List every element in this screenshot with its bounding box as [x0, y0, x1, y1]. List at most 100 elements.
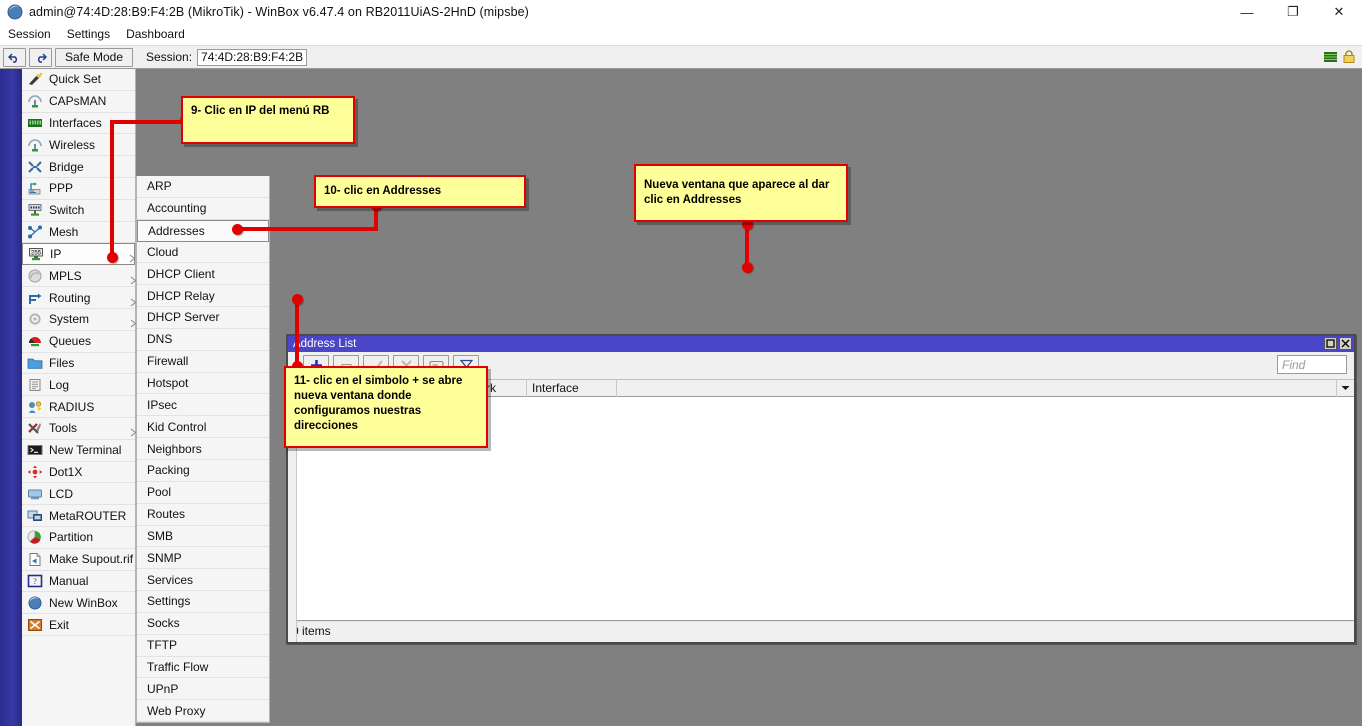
switch-icon	[27, 203, 43, 217]
leader-line-note9-horizontal	[110, 120, 186, 124]
ip-submenu-item-firewall[interactable]: Firewall	[137, 351, 269, 373]
menu-session[interactable]: Session	[0, 25, 59, 43]
minimize-button[interactable]: —	[1224, 0, 1270, 24]
ip-submenu-item-services[interactable]: Services	[137, 569, 269, 591]
queues-icon	[27, 334, 43, 348]
ip-submenu-item-kid-control[interactable]: Kid Control	[137, 416, 269, 438]
ip-submenu-item-snmp[interactable]: SNMP	[137, 547, 269, 569]
ip-submenu-item-label: IPsec	[147, 398, 177, 412]
gear-icon	[27, 312, 43, 326]
ip-submenu-item-packing[interactable]: Packing	[137, 460, 269, 482]
ip-submenu-item-ipsec[interactable]: IPsec	[137, 394, 269, 416]
metarouter-icon	[27, 509, 43, 523]
sidebar-item-quick-set[interactable]: Quick Set	[22, 69, 135, 91]
ip-submenu-item-dhcp-relay[interactable]: DHCP Relay	[137, 285, 269, 307]
close-button[interactable]: ✕	[1316, 0, 1362, 24]
ip-submenu-item-dhcp-server[interactable]: DHCP Server	[137, 307, 269, 329]
sidebar-item-ip[interactable]: 255IP	[22, 243, 135, 265]
ip-submenu-item-hotspot[interactable]: Hotspot	[137, 373, 269, 395]
lcd-icon	[27, 487, 43, 501]
ip-submenu-item-upnp[interactable]: UPnP	[137, 678, 269, 700]
sidebar-item-mesh[interactable]: Mesh	[22, 222, 135, 244]
leader-line-note9-vertical	[110, 120, 114, 257]
ip-submenu-item-label: Services	[147, 573, 193, 587]
session-field[interactable]: 74:4D:28:B9:F4:2B	[197, 49, 307, 66]
sidebar-item-routing[interactable]: Routing	[22, 287, 135, 309]
sidebar-item-exit[interactable]: Exit	[22, 614, 135, 636]
wand-icon	[27, 72, 43, 86]
sidebar-item-wireless[interactable]: Wireless	[22, 134, 135, 156]
manual-icon: ?	[27, 574, 43, 588]
maximize-button[interactable]: ❐	[1270, 0, 1316, 24]
app-logo-icon	[7, 4, 23, 20]
sidebar-item-queues[interactable]: Queues	[22, 331, 135, 353]
ip-submenu-item-label: Accounting	[147, 201, 206, 215]
sidebar-item-label: Manual	[49, 574, 88, 588]
ip-submenu-item-accounting[interactable]: Accounting	[137, 198, 269, 220]
ip-submenu-item-label: DHCP Server	[147, 310, 219, 324]
address-list-restore-button[interactable]	[1324, 337, 1337, 350]
ip-submenu-item-dns[interactable]: DNS	[137, 329, 269, 351]
ip-submenu-item-dhcp-client[interactable]: DHCP Client	[137, 263, 269, 285]
ip-submenu-item-smb[interactable]: SMB	[137, 526, 269, 548]
ip-submenu-item-tftp[interactable]: TFTP	[137, 635, 269, 657]
column-chooser-dropdown[interactable]	[1336, 379, 1354, 397]
find-input[interactable]: Find	[1277, 355, 1347, 374]
column-header-interface[interactable]: Interface	[527, 379, 617, 397]
column-header-spacer	[617, 379, 1336, 397]
sidebar-item-metarouter[interactable]: MetaROUTER	[22, 505, 135, 527]
sidebar-item-lcd[interactable]: LCD	[22, 483, 135, 505]
winbox-application: admin@74:4D:28:B9:F4:2B (MikroTik) - Win…	[0, 0, 1362, 726]
sidebar-item-bridge[interactable]: Bridge	[22, 156, 135, 178]
partition-icon	[27, 530, 43, 544]
sidebar-item-switch[interactable]: Switch	[22, 200, 135, 222]
sidebar-item-tools[interactable]: Tools	[22, 418, 135, 440]
sidebar-item-mpls[interactable]: MPLS	[22, 265, 135, 287]
sidebar-item-radius[interactable]: RADIUS	[22, 396, 135, 418]
safe-mode-button[interactable]: Safe Mode	[55, 48, 133, 67]
sidebar-item-ppp[interactable]: PPP	[22, 178, 135, 200]
sidebar-item-capsman[interactable]: CAPsMAN	[22, 91, 135, 113]
ip-submenu-item-pool[interactable]: Pool	[137, 482, 269, 504]
callout-note-12-text: 11- clic en el simbolo + se abre nueva v…	[294, 375, 462, 432]
ip-submenu-item-label: Traffic Flow	[147, 660, 208, 674]
undo-button[interactable]	[3, 48, 26, 67]
ip-submenu-item-neighbors[interactable]: Neighbors	[137, 438, 269, 460]
ip-submenu-item-web-proxy[interactable]: Web Proxy	[137, 700, 269, 722]
sidebar-item-files[interactable]: Files	[22, 353, 135, 375]
ip-submenu-item-label: DNS	[147, 332, 172, 346]
ip-submenu-item-socks[interactable]: Socks	[137, 613, 269, 635]
sidebar-item-new-terminal[interactable]: New Terminal	[22, 440, 135, 462]
callout-note-9: 9- Clic en IP del menú RB	[181, 96, 355, 144]
sidebar-item-make-supout-rif[interactable]: Make Supout.rif	[22, 549, 135, 571]
address-list-titlebar[interactable]: Address List	[288, 336, 1354, 352]
log-icon	[27, 378, 43, 392]
sidebar-item-label: RADIUS	[49, 400, 94, 414]
sidebar-item-system[interactable]: System	[22, 309, 135, 331]
ip-submenu-item-label: Addresses	[148, 224, 205, 238]
sidebar-item-new-winbox[interactable]: New WinBox	[22, 592, 135, 614]
sidebar-item-label: Files	[49, 356, 74, 370]
leader-dot-note11-bottom	[742, 262, 753, 273]
supout-icon	[27, 552, 43, 566]
ip-submenu-item-settings[interactable]: Settings	[137, 591, 269, 613]
leader-dot-addresses	[232, 224, 243, 235]
sidebar-item-manual[interactable]: ? Manual	[22, 571, 135, 593]
ip-submenu-item-label: Pool	[147, 485, 171, 499]
ip-submenu-item-label: Web Proxy	[147, 704, 205, 718]
sidebar-item-dot1x[interactable]: Dot1X	[22, 462, 135, 484]
address-list-status-bar: 0 items	[288, 621, 1354, 639]
menu-settings[interactable]: Settings	[59, 25, 118, 43]
exit-icon	[27, 618, 43, 632]
sidebar-item-log[interactable]: Log	[22, 374, 135, 396]
svg-text:?: ?	[33, 577, 37, 586]
menu-dashboard[interactable]: Dashboard	[118, 25, 193, 43]
ip-submenu-item-arp[interactable]: ARP	[137, 176, 269, 198]
ip-submenu-item-routes[interactable]: Routes	[137, 504, 269, 526]
sidebar-item-partition[interactable]: Partition	[22, 527, 135, 549]
sidebar-item-label: Make Supout.rif	[49, 552, 133, 566]
address-list-close-button[interactable]	[1339, 337, 1352, 350]
ip-submenu-item-traffic-flow[interactable]: Traffic Flow	[137, 657, 269, 679]
ip-submenu-item-cloud[interactable]: Cloud	[137, 242, 269, 264]
redo-button[interactable]	[29, 48, 52, 67]
